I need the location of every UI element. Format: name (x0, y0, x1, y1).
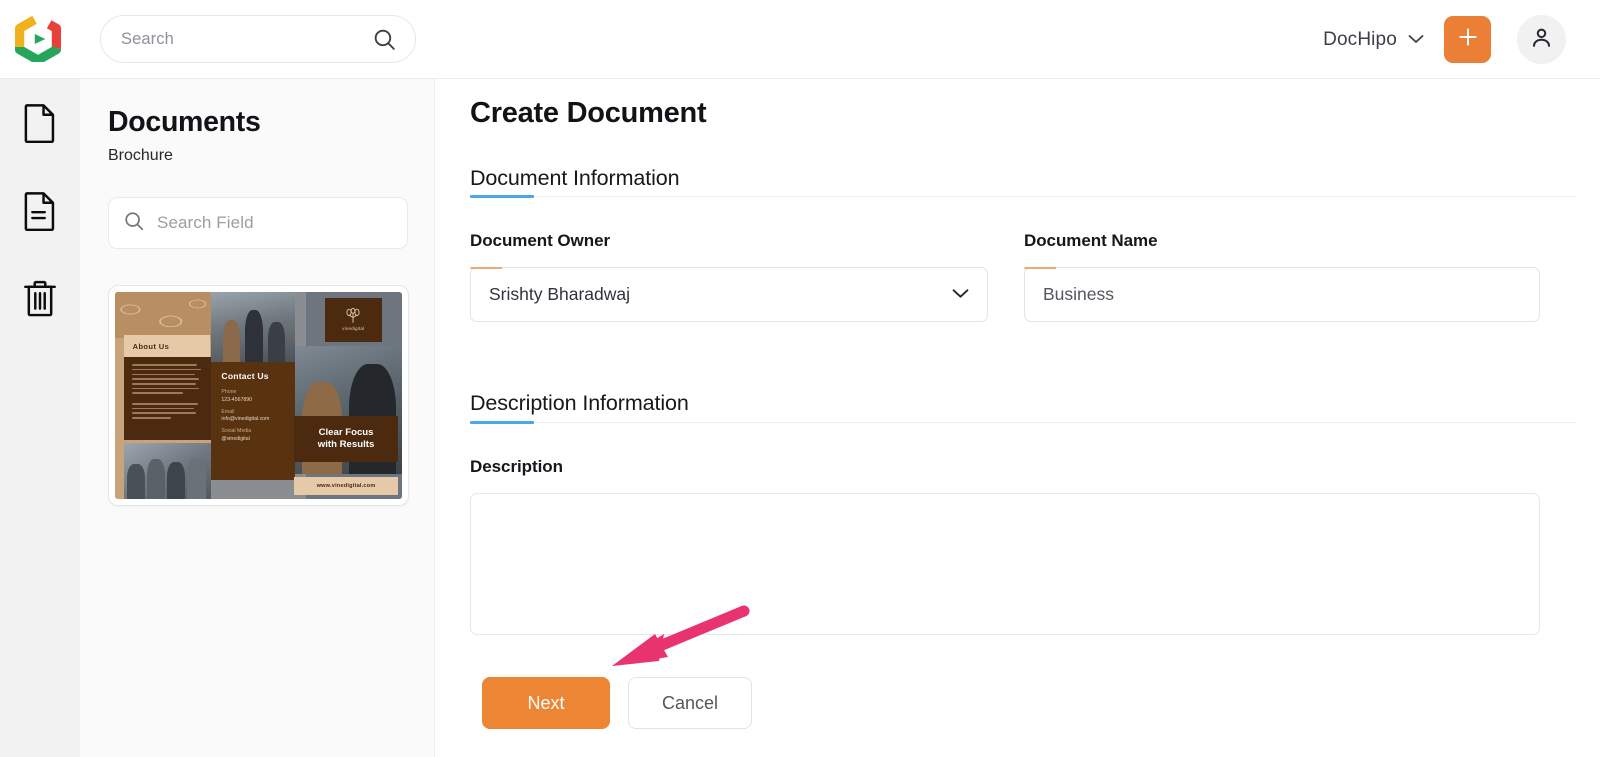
sidebar-item-trash[interactable] (0, 270, 80, 330)
section-divider (470, 195, 1576, 198)
account-button[interactable] (1517, 15, 1566, 64)
cancel-button[interactable]: Cancel (628, 677, 752, 729)
search-icon (123, 210, 145, 237)
top-bar: Search DocHipo (0, 0, 1600, 79)
trash-icon (22, 278, 58, 323)
app-root: Search DocHipo Documents Brochure Search… (0, 0, 1600, 757)
document-name-label: Document Name (1024, 231, 1158, 250)
brochure-tagline: Clear Focus with Results (294, 416, 398, 462)
plus-icon (1456, 25, 1480, 54)
user-avatar-icon (1529, 25, 1554, 55)
description-label: Description (470, 457, 563, 476)
brochure-artwork: About Us Contact Us Phone 123-4567890 Em… (115, 292, 402, 499)
next-button[interactable]: Next (482, 677, 610, 729)
dochipo-logo-icon[interactable] (14, 15, 62, 63)
workspace-selector[interactable]: DocHipo (1323, 0, 1424, 79)
brochure-pattern (115, 292, 211, 338)
sidebar-item-templates[interactable] (0, 183, 80, 243)
file-lines-icon (23, 191, 57, 236)
section-divider (470, 421, 1576, 424)
file-blank-icon (23, 103, 57, 148)
create-document-title: Create Document (470, 97, 707, 129)
documents-panel: Documents Brochure Search Field About Us (80, 79, 435, 757)
brochure-website: www.vinedigital.com (294, 477, 398, 495)
search-field-input[interactable]: Search Field (157, 213, 254, 233)
main-content: Create Document Document Information Doc… (436, 79, 1600, 757)
chevron-down-icon (952, 286, 969, 304)
workspace-label: DocHipo (1323, 28, 1397, 50)
brochure-contact-block: Contact Us Phone 123-4567890 Email info@… (211, 362, 295, 481)
page-title: Documents (108, 106, 261, 138)
brochure-thumbnail[interactable]: About Us Contact Us Phone 123-4567890 Em… (108, 285, 409, 506)
documents-search[interactable]: Search Field (108, 197, 408, 249)
document-owner-value: Srishty Bharadwaj (489, 284, 631, 304)
chevron-down-icon (1408, 31, 1424, 49)
description-textarea[interactable] (470, 493, 1540, 635)
documents-subtitle: Brochure (108, 147, 173, 164)
global-search[interactable]: Search (100, 15, 416, 63)
icon-rail (0, 79, 80, 757)
document-owner-select[interactable]: Srishty Bharadwaj (470, 267, 988, 322)
document-name-input[interactable]: Business (1024, 267, 1540, 322)
search-icon (372, 27, 397, 52)
brochure-team-photo (211, 292, 295, 363)
create-new-button[interactable] (1444, 16, 1491, 63)
brochure-meeting-photo (123, 443, 211, 499)
section-heading-description-information: Description Information (470, 391, 689, 415)
search-input[interactable]: Search (121, 30, 372, 49)
brochure-logo: vinedigital (324, 298, 382, 342)
brochure-about-heading: About Us (123, 335, 210, 358)
document-owner-label: Document Owner (470, 231, 611, 250)
document-name-value: Business (1043, 284, 1115, 304)
section-heading-document-information: Document Information (470, 166, 680, 190)
sidebar-item-documents[interactable] (0, 95, 80, 155)
brochure-body-text (123, 357, 211, 440)
